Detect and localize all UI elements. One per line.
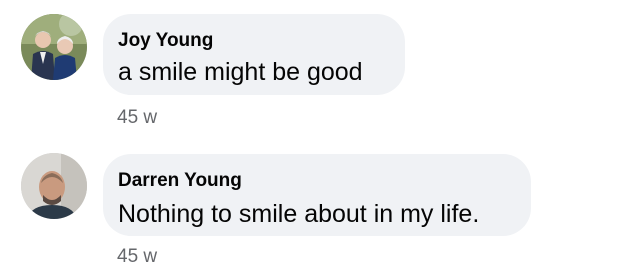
comment-timestamp[interactable]: 45 w <box>117 246 157 268</box>
comment-bubble: Darren Young Nothing to smile about in m… <box>103 154 531 236</box>
comment-author[interactable]: Darren Young <box>118 170 242 192</box>
avatar[interactable] <box>21 14 87 80</box>
avatar[interactable] <box>21 153 87 219</box>
comment-bubble: Joy Young a smile might be good <box>103 14 405 95</box>
comment-timestamp[interactable]: 45 w <box>117 107 157 129</box>
comment-text: Nothing to smile about in my life. <box>118 200 480 228</box>
profile-photo <box>21 14 87 80</box>
comment-author[interactable]: Joy Young <box>118 30 213 52</box>
profile-photo <box>21 153 87 219</box>
comment-text: a smile might be good <box>118 58 363 86</box>
